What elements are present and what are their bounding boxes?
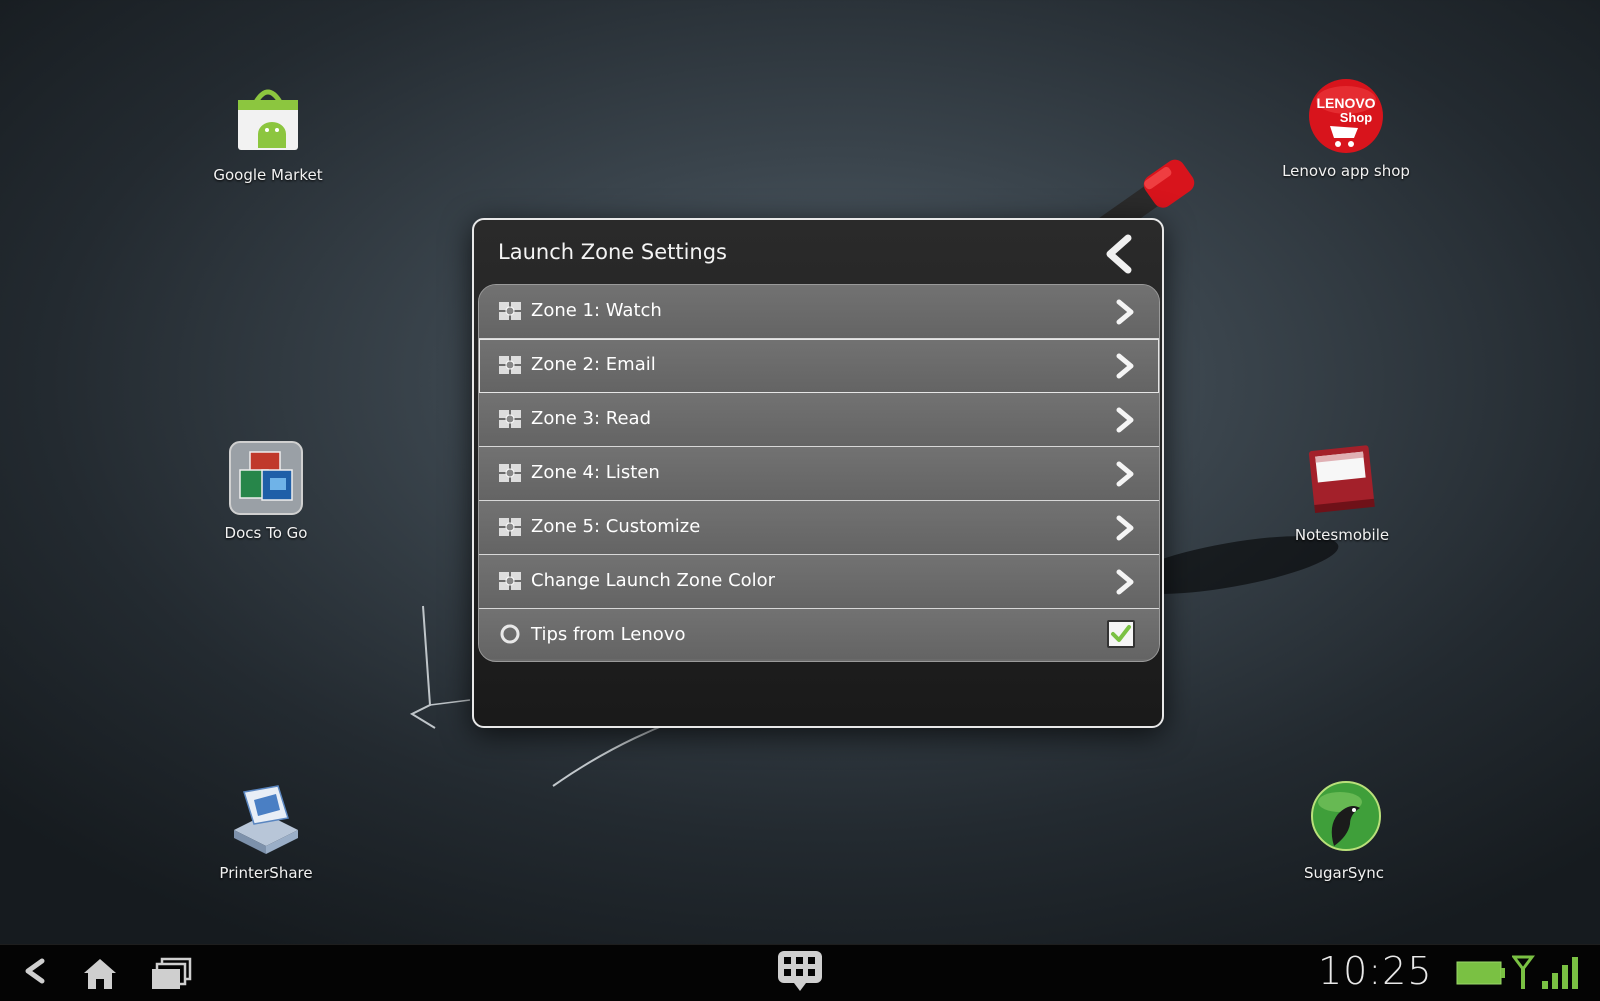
google-market-icon	[228, 82, 308, 162]
chevron-left-icon	[1106, 234, 1132, 274]
status-clock: 10:25	[1318, 949, 1433, 993]
list-item-label: Change Launch Zone Color	[531, 570, 776, 591]
launch-zone-settings-dialog: Launch Zone Settings Zone 1: Watch Zone …	[472, 218, 1164, 728]
printershare-icon	[226, 780, 306, 860]
chevron-right-icon	[1116, 515, 1134, 541]
tips-circle-icon	[500, 624, 520, 644]
app-label: Docs To Go	[224, 524, 308, 542]
system-bar: 10:25	[0, 944, 1600, 1001]
app-lenovo-shop[interactable]: LENOVO Shop Lenovo app shop	[1266, 78, 1426, 180]
list-item-label: Zone 5: Customize	[531, 516, 701, 537]
chevron-right-icon	[1116, 461, 1134, 487]
docs-to-go-icon	[226, 440, 306, 520]
list-item-label: Zone 1: Watch	[531, 300, 662, 321]
notesmobile-icon	[1302, 442, 1382, 522]
dialog-title: Launch Zone Settings	[498, 240, 727, 264]
list-item-zone-2[interactable]: Zone 2: Email	[479, 339, 1159, 393]
zone-icon	[499, 518, 521, 536]
chevron-right-icon	[1116, 569, 1134, 595]
chevron-right-icon	[1116, 299, 1134, 325]
back-button[interactable]	[1100, 234, 1140, 274]
logo-text: LENOVO	[1316, 95, 1375, 111]
sugarsync-icon	[1304, 780, 1384, 860]
app-docs-to-go[interactable]: Docs To Go	[186, 440, 346, 542]
tips-checkbox[interactable]	[1107, 620, 1135, 648]
list-item-label: Tips from Lenovo	[531, 624, 686, 645]
zone-icon	[499, 356, 521, 374]
signal-icon	[1511, 955, 1582, 995]
app-drawer-button[interactable]	[776, 949, 824, 999]
lenovo-shop-icon: LENOVO Shop	[1306, 78, 1386, 158]
chevron-right-icon	[1116, 407, 1134, 433]
list-item-change-color[interactable]: Change Launch Zone Color	[479, 555, 1159, 609]
zone-icon	[499, 572, 521, 590]
app-printershare[interactable]: PrinterShare	[186, 780, 346, 882]
grid-apps-icon	[778, 951, 822, 991]
settings-list: Zone 1: Watch Zone 2: Email Zone 3: Read…	[478, 284, 1160, 662]
zone-icon	[499, 464, 521, 482]
list-item-zone-1[interactable]: Zone 1: Watch	[479, 285, 1159, 339]
list-item-label: Zone 4: Listen	[531, 462, 660, 483]
nav-back-button[interactable]	[20, 953, 50, 993]
recent-apps-icon	[152, 957, 192, 989]
app-google-market[interactable]: Google Market	[188, 82, 348, 184]
battery-icon	[1456, 959, 1506, 991]
back-arrow-icon	[25, 958, 45, 984]
zone-icon	[499, 410, 521, 428]
home-icon	[84, 959, 116, 989]
list-item-zone-4[interactable]: Zone 4: Listen	[479, 447, 1159, 501]
list-item-label: Zone 3: Read	[531, 408, 652, 429]
app-notesmobile[interactable]: Notesmobile	[1262, 442, 1422, 544]
app-sugarsync[interactable]: SugarSync	[1264, 780, 1424, 882]
logo-text: Shop	[1340, 110, 1373, 125]
chevron-right-icon	[1116, 353, 1134, 379]
list-item-label: Zone 2: Email	[531, 354, 656, 375]
list-item-tips[interactable]: Tips from Lenovo	[479, 609, 1159, 659]
app-label: PrinterShare	[219, 864, 313, 882]
app-label: Google Market	[213, 166, 323, 184]
nav-home-button[interactable]	[80, 953, 120, 997]
list-item-zone-5[interactable]: Zone 5: Customize	[479, 501, 1159, 555]
app-label: Lenovo app shop	[1282, 162, 1410, 180]
list-item-zone-3[interactable]: Zone 3: Read	[479, 393, 1159, 447]
app-label: SugarSync	[1303, 864, 1385, 882]
app-label: Notesmobile	[1294, 526, 1390, 544]
dialog-header: Launch Zone Settings	[474, 220, 1162, 284]
checkmark-icon	[1111, 625, 1131, 642]
zone-icon	[499, 302, 521, 320]
nav-recent-apps-button[interactable]	[150, 953, 192, 997]
